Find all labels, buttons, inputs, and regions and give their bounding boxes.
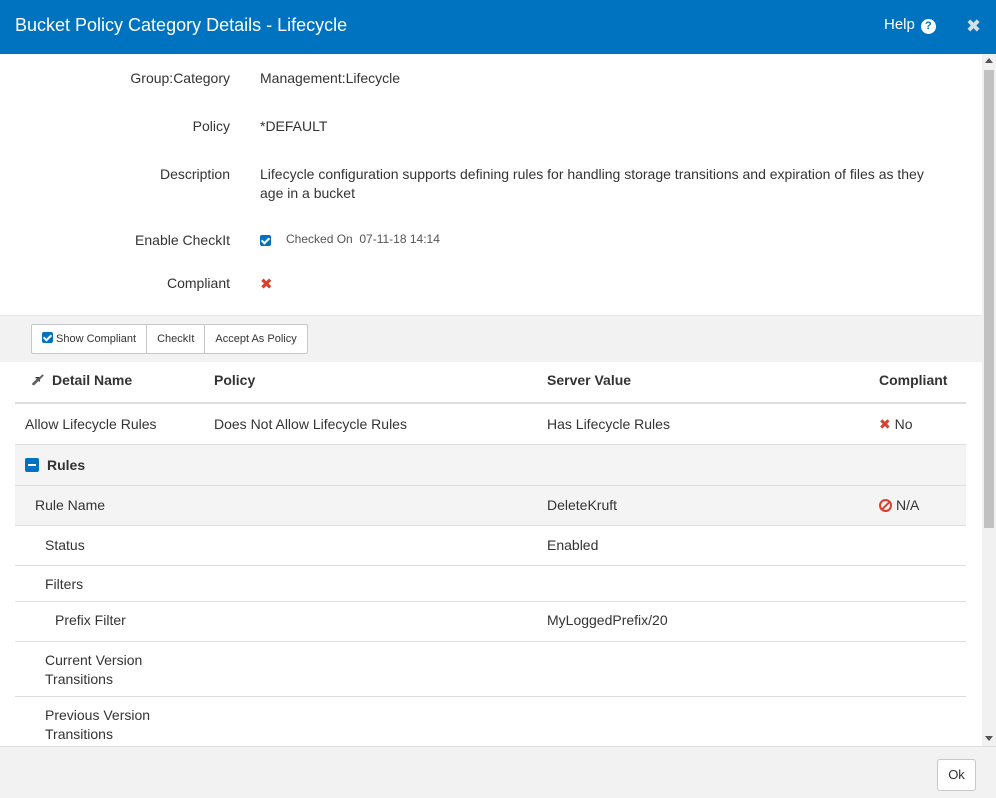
cell-detail-name: Current Version Transitions [45,652,143,687]
table-group-row-rules[interactable]: Rules [15,445,966,486]
show-compliant-label: Show Compliant [56,333,137,345]
help-label: Help [884,16,915,33]
compliant-status-text: No [894,416,913,432]
close-icon[interactable]: ✖ [966,16,981,37]
scroll-down-icon[interactable] [985,736,993,741]
enable-checkit-checkbox[interactable] [260,233,271,249]
cell-server-value: DeleteKruft [547,497,618,513]
column-header-server-value[interactable]: Server Value [547,372,631,388]
column-header-detail-name[interactable]: Detail Name [30,372,132,388]
checkit-button[interactable]: CheckIt [147,325,206,353]
content-scrollbar[interactable] [982,54,996,746]
table-row[interactable]: Allow Lifecycle Rules Does Not Allow Lif… [15,404,966,445]
table-row[interactable]: Current Version Transitions [15,642,966,697]
cell-compliant: N/A [879,496,919,515]
enable-checkit-label: Enable CheckIt [135,232,230,248]
checked-on-value: 07-11-18 14:14 [359,232,440,246]
column-header-compliant[interactable]: Compliant [879,372,947,388]
checkbox-checked-icon [260,235,271,246]
cell-detail-name: Rule Name [35,497,106,513]
noncompliant-x-icon: ✖ [879,416,891,432]
checked-on-info: Checked On 07-11-18 14:14 [286,232,440,246]
table-toolbar: Show Compliant CheckIt Accept As Policy [0,315,982,362]
description-label: Description [159,166,230,182]
detail-name-header-label: Detail Name [52,372,133,388]
table-row[interactable]: Filters [15,566,966,602]
description-value: Lifecycle configuration supports definin… [260,166,924,201]
show-compliant-toggle[interactable]: Show Compliant [32,325,148,353]
expand-columns-icon[interactable] [30,373,44,387]
table-row[interactable]: Prefix Filter MyLoggedPrefix/20 [15,602,966,642]
noncompliant-x-icon: ✖ [260,276,273,293]
cell-detail-name: Prefix Filter [55,612,126,628]
dialog-content: Group:Category Management:Lifecycle Poli… [0,54,982,746]
toolbar-button-group: Show Compliant CheckIt Accept As Policy [31,324,308,354]
cell-detail-name: Previous Version Transitions [45,707,151,742]
details-table: Detail Name Policy Server Value Complian… [15,362,966,746]
table-row[interactable]: Previous Version Transitions [15,697,966,746]
group-category-value: Management:Lifecycle [260,70,401,86]
cell-detail-name: Rules [25,456,85,475]
dialog-footer: Ok [0,746,996,798]
dialog-title: Bucket Policy Category Details - Lifecyc… [15,15,348,35]
cell-server-value: MyLoggedPrefix/20 [547,612,668,628]
rules-group-label: Rules [47,457,86,473]
cell-detail-name: Filters [45,576,84,592]
cell-detail-name: Allow Lifecycle Rules [25,416,157,432]
cell-server-value: Enabled [547,537,599,553]
help-link[interactable]: Help? [884,16,936,34]
table-row[interactable]: Rule Name DeleteKruft N/A [15,486,966,526]
table-header: Detail Name Policy Server Value Complian… [15,362,966,404]
scrollbar-thumb[interactable] [984,70,994,528]
ok-button[interactable]: Ok [937,759,976,791]
help-icon: ? [920,19,936,34]
dialog-titlebar: Bucket Policy Category Details - Lifecyc… [0,0,996,54]
cell-detail-name: Status [45,537,85,553]
compliant-label: Compliant [166,275,230,291]
checkbox-checked-icon [42,332,53,343]
cell-server-value: Has Lifecycle Rules [547,416,670,432]
cell-compliant: ✖ No [879,415,913,434]
scroll-up-icon[interactable] [985,58,993,63]
cell-policy: Does Not Allow Lifecycle Rules [214,416,407,432]
accept-as-policy-button[interactable]: Accept As Policy [205,325,306,353]
compliant-status-text: N/A [896,497,920,513]
not-applicable-icon [879,499,892,512]
table-row[interactable]: Status Enabled [15,526,966,566]
policy-value: *DEFAULT [260,118,328,134]
collapse-minus-icon[interactable] [25,458,39,472]
group-category-label: Group:Category [130,70,230,86]
column-header-policy[interactable]: Policy [214,372,255,388]
policy-label: Policy [192,118,230,134]
checked-on-label: Checked On [286,232,353,246]
